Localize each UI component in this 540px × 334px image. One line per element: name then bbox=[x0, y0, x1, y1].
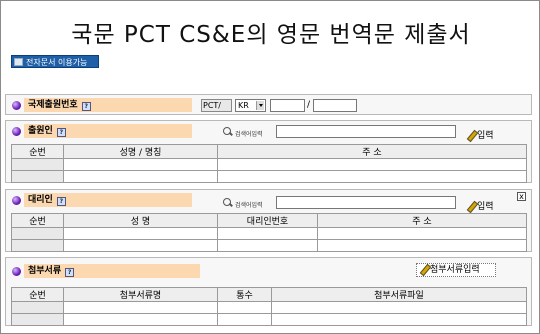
agent-table: 순번 성 명 대리인번호 주 소 bbox=[11, 213, 527, 252]
app-serial-input[interactable] bbox=[313, 99, 357, 112]
pencil-icon bbox=[419, 264, 429, 274]
attachments-input-label: 첨부서류입력 bbox=[430, 265, 480, 275]
col-header: 첨부서류파일 bbox=[271, 287, 527, 302]
pencil-icon bbox=[466, 130, 476, 140]
applicant-section: 출원인? 검색어입력 입력 순번 성명 / 명칭 주 소 bbox=[5, 120, 532, 183]
applicant-search-label: 검색어입력 bbox=[235, 131, 263, 138]
agent-label: 대리인 bbox=[28, 195, 53, 205]
e-document-badge: 전자문서 이용가능 bbox=[11, 55, 99, 68]
help-icon[interactable]: ? bbox=[65, 268, 75, 277]
document-icon bbox=[14, 58, 23, 66]
attachments-label: 첨부서류 bbox=[28, 266, 62, 276]
agent-input-label: 입력 bbox=[477, 202, 494, 212]
agent-section: 대리인? x 검색어입력 입력 순번 성 명 대리인번호 주 소 bbox=[5, 189, 532, 252]
help-icon[interactable]: ? bbox=[81, 102, 91, 111]
chevron-down-icon[interactable] bbox=[256, 101, 264, 110]
table-row[interactable] bbox=[11, 170, 527, 183]
close-icon[interactable]: x bbox=[517, 192, 526, 201]
col-header: 주 소 bbox=[317, 213, 527, 228]
pencil-icon bbox=[466, 201, 476, 211]
col-header: 성 명 bbox=[63, 213, 218, 228]
agent-search-label: 검색어입력 bbox=[235, 202, 263, 209]
table-row[interactable] bbox=[11, 239, 527, 252]
attachments-table: 순번 첨부서류명 통수 첨부서류파일 bbox=[11, 287, 527, 326]
app-year-input[interactable] bbox=[270, 99, 305, 112]
table-row[interactable] bbox=[11, 158, 527, 171]
applicant-input-button[interactable]: 입력 bbox=[466, 128, 494, 141]
country-select-value: KR bbox=[238, 101, 249, 110]
applicant-label-wrap: 출원인? bbox=[24, 124, 192, 138]
search-icon[interactable] bbox=[223, 198, 233, 208]
e-document-badge-label: 전자문서 이용가능 bbox=[26, 58, 88, 67]
col-header: 순번 bbox=[11, 144, 64, 159]
page-title: 국문 PCT CS&E의 영문 번역문 제출서 bbox=[71, 22, 471, 48]
col-header: 주 소 bbox=[217, 144, 527, 159]
help-icon[interactable]: ? bbox=[56, 197, 66, 206]
table-row[interactable] bbox=[11, 313, 527, 326]
table-row[interactable] bbox=[11, 227, 527, 240]
applicant-table: 순번 성명 / 명칭 주 소 bbox=[11, 144, 527, 183]
bullet-icon bbox=[12, 267, 21, 276]
agent-label-wrap: 대리인? bbox=[24, 193, 192, 207]
col-header: 통수 bbox=[217, 287, 272, 302]
table-row[interactable] bbox=[11, 301, 527, 314]
agent-input-button[interactable]: 입력 bbox=[466, 199, 494, 212]
search-icon[interactable] bbox=[223, 127, 233, 137]
col-header: 대리인번호 bbox=[217, 213, 318, 228]
col-header: 성명 / 명칭 bbox=[63, 144, 218, 159]
bullet-icon bbox=[12, 127, 21, 136]
number-separator: / bbox=[307, 100, 311, 110]
country-select[interactable]: KR bbox=[235, 99, 266, 112]
help-icon[interactable]: ? bbox=[56, 128, 66, 137]
intl-app-no-label-wrap: 국제출원번호? bbox=[24, 98, 192, 112]
col-header: 순번 bbox=[11, 287, 64, 302]
intl-app-no-label: 국제출원번호 bbox=[28, 100, 78, 110]
bullet-icon bbox=[12, 101, 21, 110]
agent-search-input[interactable] bbox=[276, 196, 456, 209]
attachments-section: 첨부서류? 첨부서류입력 순번 첨부서류명 통수 첨부서류파일 bbox=[5, 257, 532, 326]
pct-prefix: PCT/ bbox=[201, 99, 232, 112]
applicant-label: 출원인 bbox=[28, 126, 53, 136]
col-header: 첨부서류명 bbox=[63, 287, 218, 302]
form-window: 국문 PCT CS&E의 영문 번역문 제출서 전자문서 이용가능 국제출원번호… bbox=[0, 0, 540, 334]
intl-app-no-section: 국제출원번호? PCT/ KR / bbox=[5, 94, 532, 115]
attachments-label-wrap: 첨부서류? bbox=[24, 264, 200, 278]
applicant-search-input[interactable] bbox=[276, 125, 456, 138]
attachments-input-button[interactable]: 첨부서류입력 bbox=[416, 263, 496, 277]
applicant-input-label: 입력 bbox=[477, 131, 494, 141]
bullet-icon bbox=[12, 196, 21, 205]
col-header: 순번 bbox=[11, 213, 64, 228]
